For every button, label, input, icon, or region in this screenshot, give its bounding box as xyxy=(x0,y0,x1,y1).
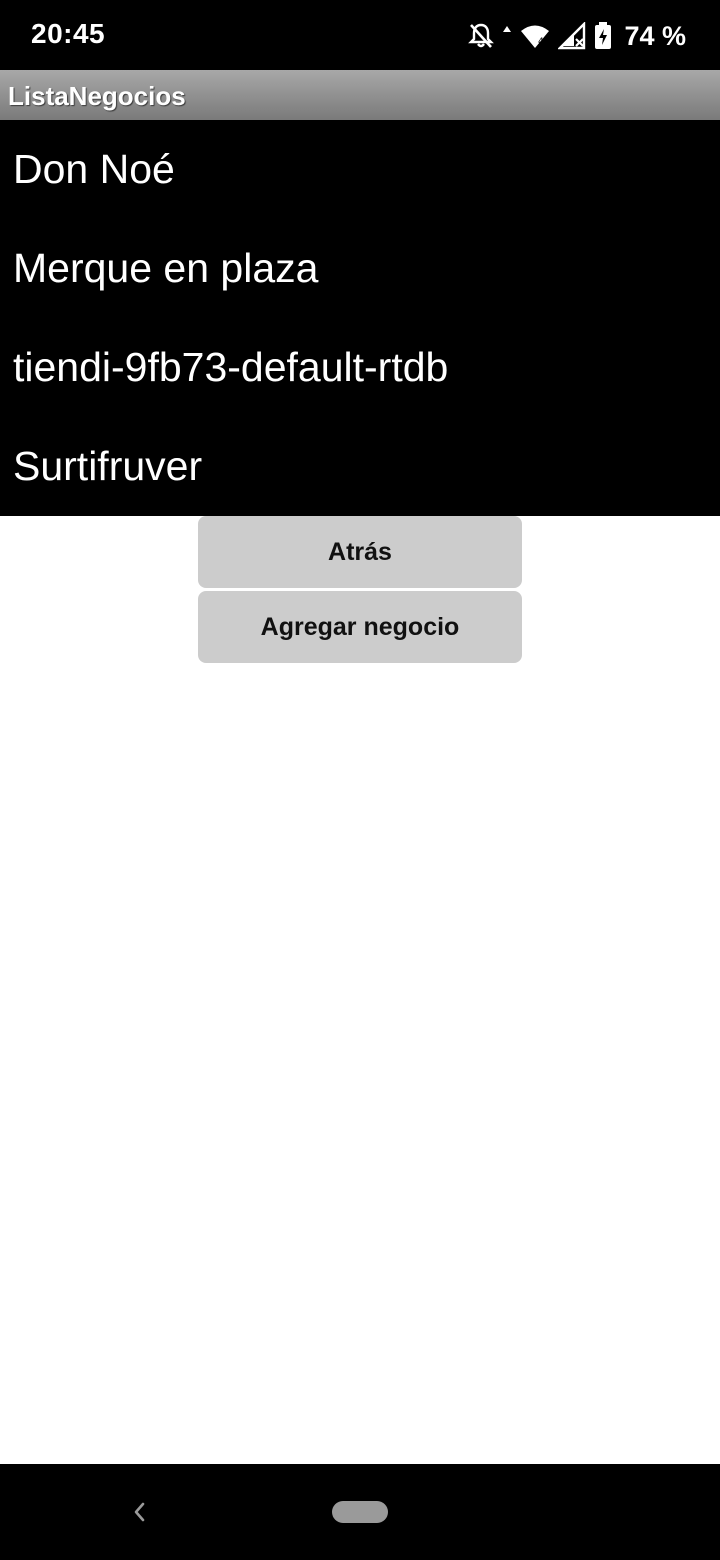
list-item[interactable]: tiendi-9fb73-default-rtdb xyxy=(0,318,720,417)
home-pill-icon[interactable] xyxy=(332,1501,388,1523)
navigation-bar xyxy=(0,1464,720,1560)
list-item[interactable]: Surtifruver xyxy=(0,417,720,516)
wifi-icon: 4 xyxy=(520,22,550,50)
battery-percentage: 74 % xyxy=(624,20,686,51)
back-nav-icon[interactable] xyxy=(126,1498,154,1526)
list-item[interactable]: Don Noé xyxy=(0,120,720,219)
data-up-icon xyxy=(502,22,512,50)
screen: 20:45 4 74 % ListaNegocios Don Noé Merqu… xyxy=(0,0,720,1560)
back-button[interactable]: Atrás xyxy=(198,516,522,588)
bell-off-icon xyxy=(468,22,495,50)
page-title: ListaNegocios xyxy=(8,81,186,111)
battery-charging-icon xyxy=(594,22,612,50)
title-bar: ListaNegocios xyxy=(0,70,720,120)
status-bar: 20:45 4 74 % xyxy=(0,0,720,70)
list-item[interactable]: Merque en plaza xyxy=(0,219,720,318)
status-icons: 4 74 % xyxy=(468,18,686,54)
svg-text:4: 4 xyxy=(538,37,544,47)
business-list: Don Noé Merque en plaza tiendi-9fb73-def… xyxy=(0,120,720,516)
signal-icon xyxy=(558,22,586,50)
add-business-button[interactable]: Agregar negocio xyxy=(198,591,522,663)
status-time: 20:45 xyxy=(31,18,106,49)
